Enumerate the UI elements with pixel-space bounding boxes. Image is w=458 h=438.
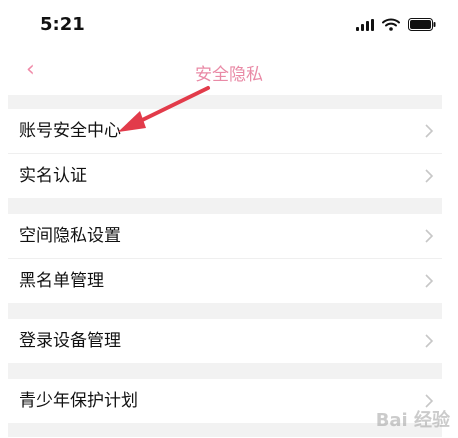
list-item-label: 黑名单管理 — [19, 271, 104, 291]
status-time: 5:21 — [40, 14, 85, 35]
list-item-label: 登录设备管理 — [19, 331, 121, 351]
list-item-label: 实名认证 — [19, 166, 87, 186]
chevron-right-icon — [425, 334, 434, 348]
page-title: 安全隐私 — [195, 65, 263, 85]
watermark: Bai 经验 — [375, 410, 450, 431]
status-icons — [356, 18, 436, 31]
list-item-real-name[interactable]: 实名认证 — [8, 154, 442, 198]
list-item-account-security[interactable]: 账号安全中心 — [8, 109, 442, 154]
battery-icon — [408, 18, 436, 31]
chevron-right-icon — [425, 274, 434, 288]
group-separator — [8, 198, 442, 214]
settings-list: 账号安全中心 实名认证 空间隐私设置 黑名单管理 登录设备管理 青少年保护计划 — [8, 95, 442, 437]
status-bar: 5:21 — [0, 0, 458, 52]
chevron-right-icon — [425, 229, 434, 243]
list-item-label: 账号安全中心 — [19, 121, 121, 141]
chevron-right-icon — [425, 124, 434, 138]
chevron-right-icon — [425, 169, 434, 183]
group-separator — [8, 95, 442, 109]
list-item-blacklist[interactable]: 黑名单管理 — [8, 259, 442, 303]
group-separator — [8, 363, 442, 379]
group-separator — [8, 303, 442, 319]
list-item-space-privacy[interactable]: 空间隐私设置 — [8, 214, 442, 259]
list-item-label: 青少年保护计划 — [19, 391, 138, 411]
list-item-label: 空间隐私设置 — [19, 226, 121, 246]
nav-bar: ‹ 安全隐私 — [0, 52, 458, 92]
signal-icon — [356, 18, 374, 31]
wifi-icon — [382, 18, 400, 31]
list-item-login-devices[interactable]: 登录设备管理 — [8, 319, 442, 363]
